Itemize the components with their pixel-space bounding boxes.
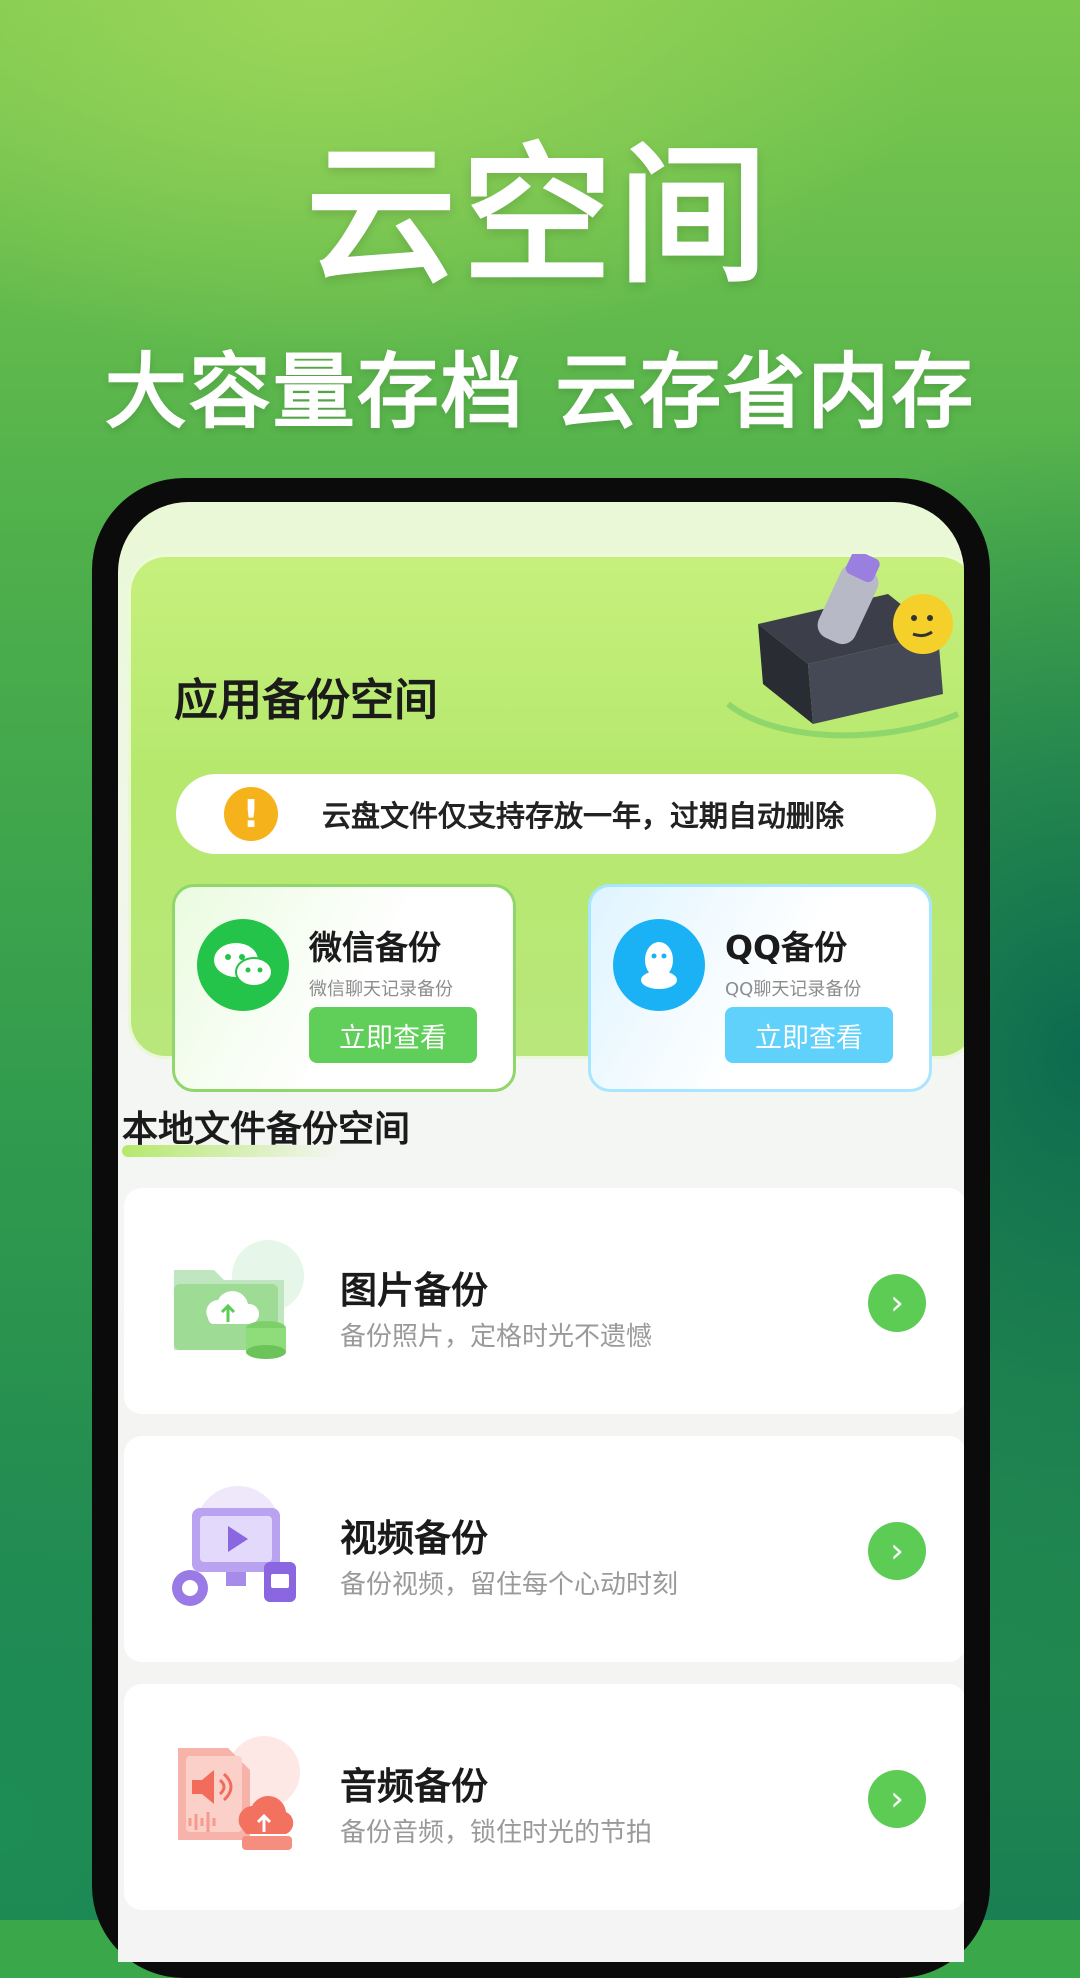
qq-backup-card[interactable]: QQ备份 QQ聊天记录备份 立即查看 (588, 884, 932, 1092)
wechat-backup-desc: 微信聊天记录备份 (309, 979, 453, 1000)
chevron-right-icon[interactable]: › (868, 1522, 926, 1580)
wechat-backup-title: 微信备份 (309, 928, 441, 967)
notice-banner: ! 云盘文件仅支持存放一年，过期自动删除 (176, 774, 936, 854)
notice-text: 云盘文件仅支持存放一年，过期自动删除 (322, 799, 845, 833)
cloud-box-illustration (726, 554, 960, 739)
audio-file-icon (178, 1736, 300, 1850)
app-backup-panel: 应用备份空间 ! 云盘文件仅支持存放一年，过期自动删除 微信备份 微信聊天记录备… (128, 554, 964, 1092)
qq-view-button[interactable]: 立即查看 (725, 1007, 893, 1063)
qq-icon (613, 919, 705, 1011)
wechat-view-button[interactable]: 立即查看 (309, 1007, 477, 1063)
hero-subtitle: 大容量存档 云存省内存 (104, 345, 976, 440)
warning-icon: ! (224, 787, 278, 841)
qq-backup-title: QQ备份 (725, 928, 848, 967)
section-title-app-backup: 应用备份空间 (174, 675, 438, 726)
audio-backup-desc: 备份音频，锁住时光的节拍 (340, 1818, 653, 1848)
photo-backup-item[interactable]: 图片备份 备份照片，定格时光不遗憾 › (124, 1188, 964, 1414)
section-title-local-backup: 本地文件备份空间 (122, 1109, 411, 1150)
audio-backup-title: 音频备份 (340, 1765, 488, 1808)
video-backup-item[interactable]: 视频备份 备份视频，留住每个心动时刻 › (124, 1436, 964, 1662)
chevron-right-icon[interactable]: › (868, 1274, 926, 1332)
audio-backup-item[interactable]: 音频备份 备份音频，锁住时光的节拍 › (124, 1684, 964, 1910)
video-backup-title: 视频备份 (340, 1517, 488, 1560)
photo-folder-icon (174, 1240, 304, 1359)
wechat-backup-card[interactable]: 微信备份 微信聊天记录备份 立即查看 (172, 884, 516, 1092)
chevron-right-icon[interactable]: › (868, 1770, 926, 1828)
hero-title: 云空间 (305, 130, 774, 304)
wechat-icon (197, 919, 289, 1011)
video-backup-desc: 备份视频，留住每个心动时刻 (340, 1570, 679, 1600)
photo-backup-title: 图片备份 (340, 1269, 488, 1312)
qq-backup-desc: QQ聊天记录备份 (725, 979, 862, 1000)
video-monitor-icon (172, 1486, 296, 1606)
phone-screen: 应用备份空间 ! 云盘文件仅支持存放一年，过期自动删除 微信备份 微信聊天记录备… (118, 502, 964, 1962)
photo-backup-desc: 备份照片，定格时光不遗憾 (340, 1322, 653, 1352)
